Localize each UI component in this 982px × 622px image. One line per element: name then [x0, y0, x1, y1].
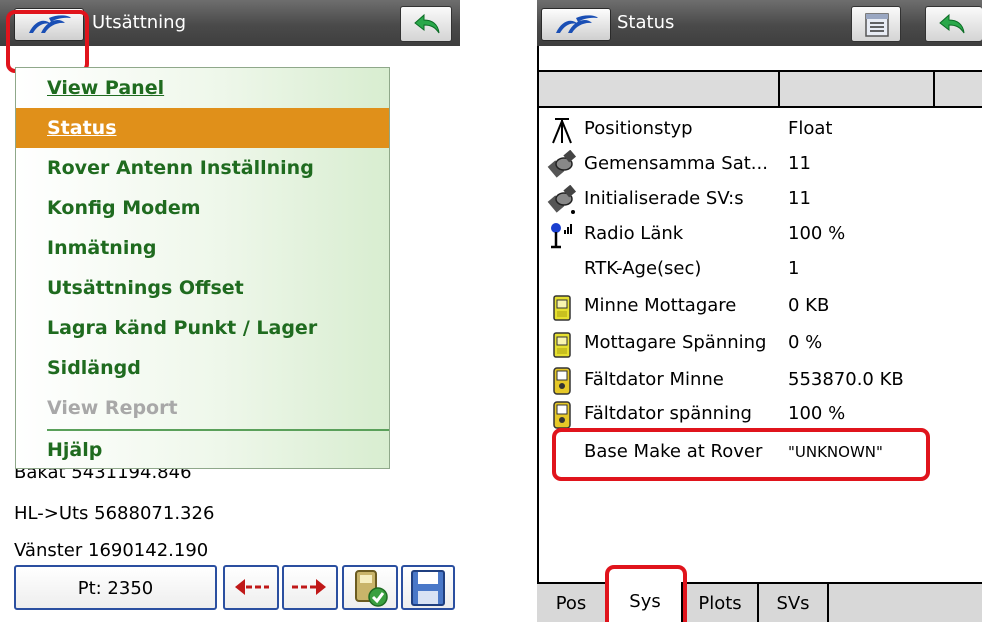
status-label: Minne Mottagare: [584, 295, 737, 316]
status-label: Gemensamma Sat...: [584, 153, 768, 174]
tab-label: Pos: [555, 593, 587, 614]
status-value: 100 %: [788, 403, 846, 424]
tab-label: SVs: [776, 593, 810, 614]
next-button[interactable]: [282, 565, 338, 610]
vanster-value: Vänster 1690142.190: [14, 540, 209, 561]
status-value: 1: [788, 258, 800, 279]
satellite-icon: [547, 149, 577, 180]
menu-item-label: Hjälp: [47, 439, 103, 461]
menu-item-label: Lagra känd Punkt / Lager: [47, 317, 318, 339]
satellite-sub-icon: [547, 184, 577, 215]
tab-label: Plots: [698, 593, 742, 614]
app-menu-button-right[interactable]: [541, 8, 611, 41]
highlight-base-make-row: [552, 428, 930, 481]
right-title-bar: Status: [537, 0, 982, 46]
menu-item-label: View Report: [47, 397, 178, 419]
highlight-app-button: [6, 10, 89, 73]
dropdown-menu: View Panel Status Rover Antenn Inställni…: [15, 67, 390, 469]
status-value: Float: [788, 118, 833, 139]
gps-button[interactable]: [342, 565, 398, 610]
receiver-memory-icon: [547, 292, 577, 322]
menu-item-inmatning[interactable]: Inmätning: [16, 228, 389, 268]
controller-battery-icon: [547, 400, 577, 430]
status-label: Fältdator Minne: [584, 369, 724, 390]
status-value: 0 %: [788, 332, 823, 353]
menu-item-status[interactable]: Status: [16, 108, 389, 148]
status-label: Fältdator spänning: [584, 403, 752, 424]
menu-item-sidlangd[interactable]: Sidlängd: [16, 348, 389, 388]
menu-item-rover-antenn[interactable]: Rover Antenn Inställning: [16, 148, 389, 188]
column-header: [539, 70, 982, 108]
status-value: 11: [788, 153, 811, 174]
menu-item-label: Konfig Modem: [47, 197, 201, 219]
menu-item-hjalp[interactable]: Hjälp: [16, 430, 389, 470]
menu-item-label: Inmätning: [47, 237, 157, 259]
menu-item-utsattnings-offset[interactable]: Utsättnings Offset: [16, 268, 389, 308]
menu-item-label: View Panel: [47, 77, 165, 99]
tab-pos[interactable]: Pos: [537, 584, 607, 622]
menu-item-view-panel[interactable]: View Panel: [16, 68, 389, 108]
status-title: Status: [617, 12, 675, 33]
menu-item-label: Utsättnings Offset: [47, 277, 244, 299]
menu-item-label: Status: [47, 117, 117, 139]
save-button[interactable]: [401, 565, 455, 610]
status-value: 11: [788, 188, 811, 209]
status-label: RTK-Age(sec): [584, 258, 702, 279]
menu-item-label: Sidlängd: [47, 357, 141, 379]
survey-pole-icon: [547, 115, 577, 145]
controller-memory-icon: [547, 366, 577, 396]
status-label: Initialiserade SV:s: [584, 188, 744, 209]
menu-item-label: Rover Antenn Inställning: [47, 157, 314, 179]
menu-item-view-report: View Report: [16, 388, 389, 428]
status-value: 0 KB: [788, 295, 830, 316]
prev-button[interactable]: [223, 565, 279, 610]
tab-bar: Pos Sys Plots SVs: [537, 582, 982, 622]
arrow-left-icon: [225, 579, 277, 611]
receiver-battery-icon: [547, 329, 577, 359]
tab-plots[interactable]: Plots: [683, 584, 759, 622]
column-divider[interactable]: [778, 72, 780, 108]
gps-receiver-check-icon: [344, 570, 396, 613]
hl-uts-value: HL->Uts 5688071.326: [14, 503, 215, 524]
point-button[interactable]: Pt: 2350: [14, 565, 217, 610]
status-label: Positionstyp: [584, 118, 693, 139]
highlight-sys-tab: [605, 565, 687, 622]
tab-svs[interactable]: SVs: [759, 584, 829, 622]
status-value: 553870.0 KB: [788, 369, 904, 390]
arrow-right-icon: [284, 579, 336, 611]
status-label: Radio Länk: [584, 223, 684, 244]
back-button[interactable]: [400, 6, 452, 42]
menu-item-konfig-modem[interactable]: Konfig Modem: [16, 188, 389, 228]
floppy-disk-icon: [403, 570, 453, 613]
point-button-label: Pt: 2350: [77, 578, 154, 599]
back-button-right[interactable]: [925, 6, 982, 42]
page-title: Utsättning: [92, 12, 186, 33]
status-label: Mottagare Spänning: [584, 332, 767, 353]
view-toggle-button[interactable]: [851, 6, 901, 42]
radio-antenna-icon: [547, 220, 577, 250]
menu-item-lagra-kand-punkt[interactable]: Lagra känd Punkt / Lager: [16, 308, 389, 348]
status-value: 100 %: [788, 223, 846, 244]
column-divider[interactable]: [933, 72, 935, 108]
